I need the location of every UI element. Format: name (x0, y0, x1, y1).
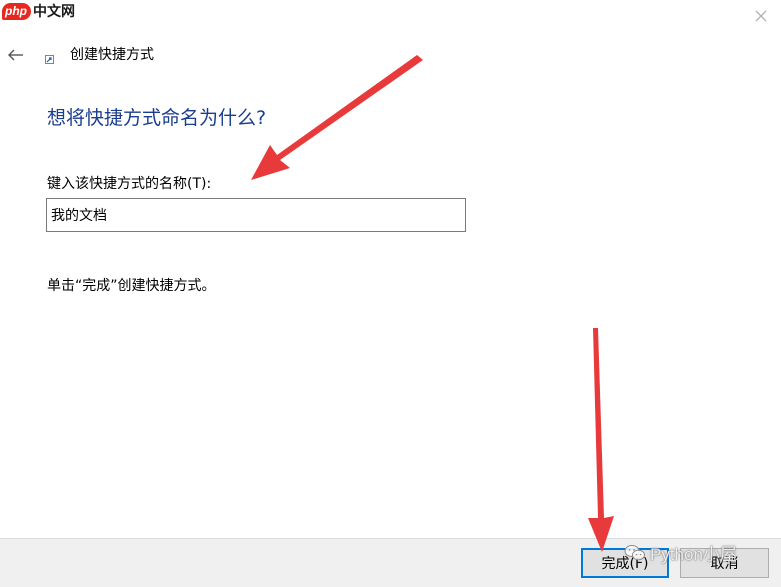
wizard-title: 创建快捷方式 (70, 47, 154, 63)
logo-name: 中文网 (33, 4, 75, 20)
arrow-to-finish-button (588, 328, 614, 552)
finish-hint: 单击“完成”创建快捷方式。 (47, 278, 216, 294)
arrow-to-label (251, 55, 423, 180)
shortcut-name-label: 键入该快捷方式的名称(T): (47, 176, 212, 192)
shortcut-name-input[interactable] (46, 198, 466, 232)
back-arrow-icon[interactable] (7, 46, 25, 64)
page-heading: 想将快捷方式命名为什么? (47, 107, 267, 129)
close-icon[interactable] (752, 7, 770, 25)
finish-button[interactable]: 完成(F) (581, 548, 669, 578)
site-logo: php 中文网 (2, 0, 75, 22)
logo-badge: php (2, 2, 31, 20)
shortcut-icon (45, 55, 54, 64)
cancel-button[interactable]: 取消 (680, 548, 769, 578)
